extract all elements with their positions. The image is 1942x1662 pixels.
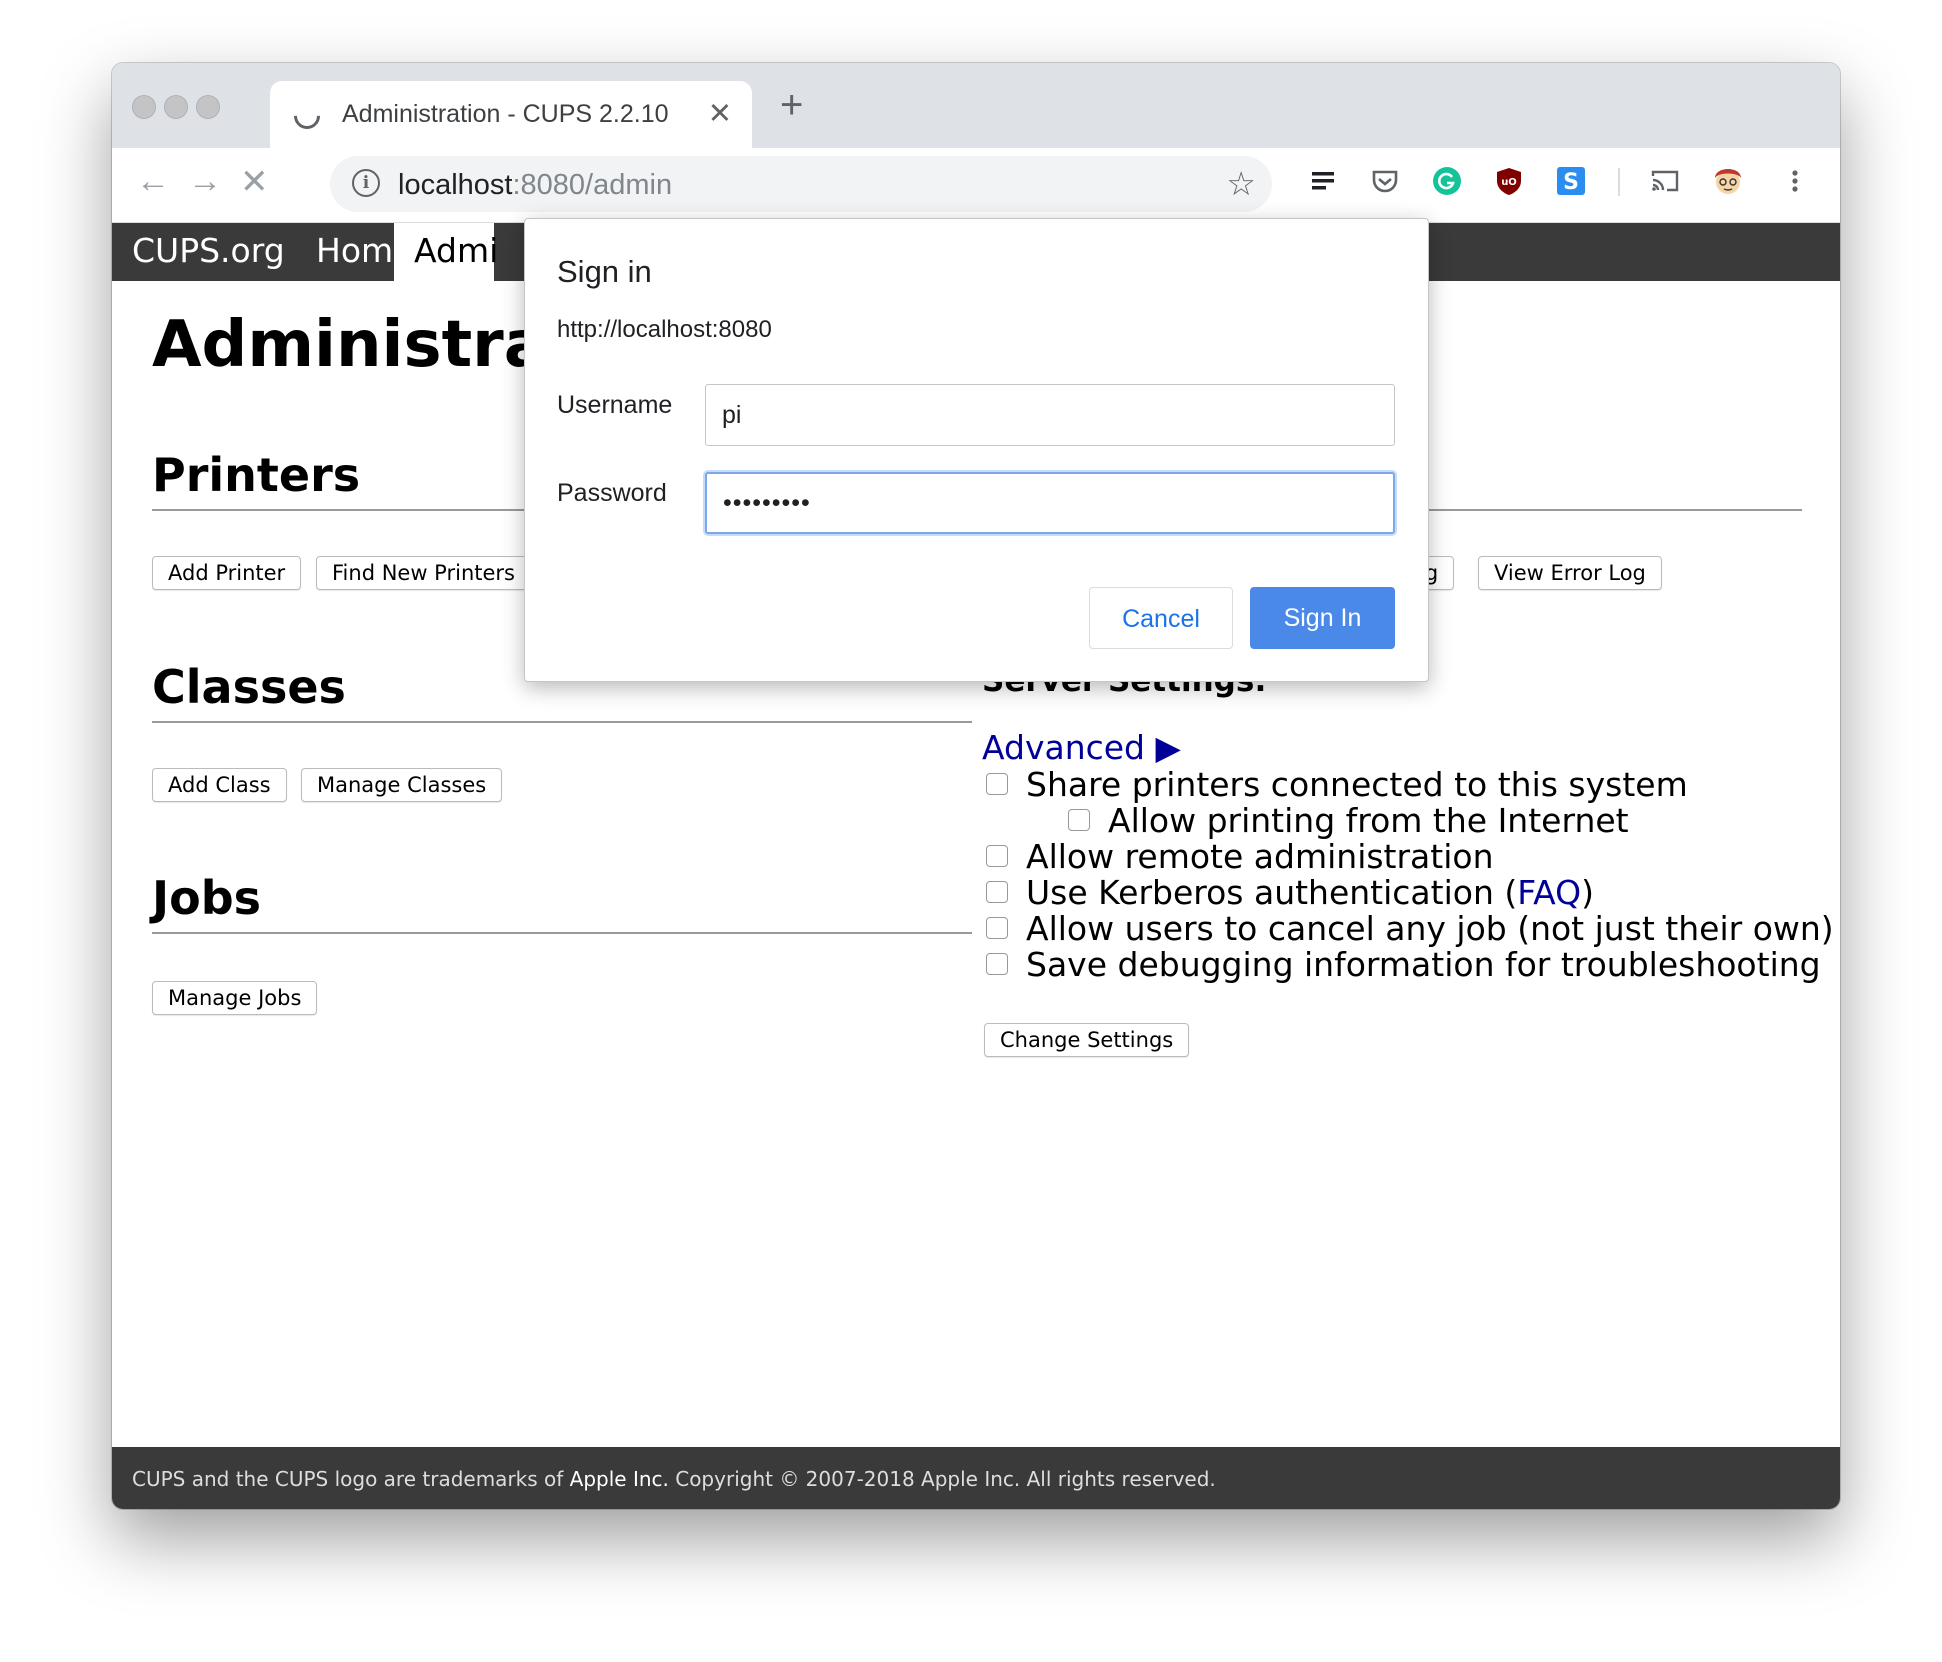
checkbox[interactable] bbox=[986, 772, 1008, 795]
nav-administration[interactable]: Admi bbox=[394, 223, 498, 281]
loading-spinner-icon bbox=[288, 97, 326, 135]
ublock-icon[interactable]: uO bbox=[1494, 166, 1524, 196]
setting-allow-internet-printing[interactable]: Allow printing from the Internet bbox=[1068, 801, 1629, 840]
setting-kerberos[interactable]: Use Kerberos authentication (FAQ) bbox=[986, 873, 1594, 912]
cast-icon[interactable] bbox=[1650, 166, 1680, 196]
zoom-window-button[interactable] bbox=[196, 95, 220, 119]
dialog-title: Sign in bbox=[557, 254, 652, 289]
grammarly-icon[interactable] bbox=[1432, 166, 1462, 196]
footer-text: CUPS and the CUPS logo are trademarks of… bbox=[132, 1467, 1216, 1491]
view-error-log-button[interactable]: View Error Log bbox=[1478, 556, 1662, 590]
tab-strip: Administration - CUPS 2.2.10 ✕ + bbox=[112, 63, 1840, 148]
minimize-window-button[interactable] bbox=[164, 95, 188, 119]
printers-heading: Printers bbox=[152, 448, 361, 502]
url-text[interactable]: localhost:8080/admin bbox=[398, 169, 672, 202]
reading-list-icon[interactable] bbox=[1308, 166, 1338, 196]
username-label: Username bbox=[557, 391, 673, 419]
checkbox[interactable] bbox=[1068, 808, 1090, 831]
browser-toolbar: ← → ✕ i localhost:8080/admin ☆ uO S bbox=[112, 148, 1840, 223]
username-field[interactable]: pi bbox=[705, 384, 1395, 446]
close-window-button[interactable] bbox=[132, 95, 156, 119]
faq-link[interactable]: FAQ bbox=[1517, 873, 1581, 912]
jobs-divider bbox=[152, 932, 972, 934]
checkbox[interactable] bbox=[986, 844, 1008, 867]
checkbox[interactable] bbox=[986, 952, 1008, 975]
dialog-origin: http://localhost:8080 bbox=[557, 316, 772, 343]
classes-heading: Classes bbox=[152, 660, 346, 714]
add-printer-button[interactable]: Add Printer bbox=[152, 556, 302, 590]
page-title: Administrat bbox=[152, 308, 578, 382]
pocket-icon[interactable] bbox=[1370, 166, 1400, 196]
advanced-toggle[interactable]: Advanced ▶ bbox=[982, 728, 1181, 767]
checkbox[interactable] bbox=[986, 880, 1008, 903]
tab-close-icon[interactable]: ✕ bbox=[708, 96, 732, 131]
add-class-button[interactable]: Add Class bbox=[152, 768, 287, 802]
setting-debug-logging[interactable]: Save debugging information for troublesh… bbox=[986, 945, 1821, 984]
tab-administration[interactable]: Administration - CUPS 2.2.10 ✕ bbox=[270, 81, 752, 148]
manage-jobs-button[interactable]: Manage Jobs bbox=[152, 981, 318, 1015]
profile-avatar[interactable] bbox=[1710, 162, 1746, 198]
footer: CUPS and the CUPS logo are trademarks of… bbox=[112, 1447, 1840, 1509]
star-icon[interactable]: ☆ bbox=[1226, 164, 1256, 203]
sign-in-button[interactable]: Sign In bbox=[1250, 587, 1395, 649]
find-new-printers-button[interactable]: Find New Printers bbox=[316, 556, 531, 590]
menu-icon[interactable] bbox=[1780, 166, 1810, 196]
tab-title: Administration - CUPS 2.2.10 bbox=[342, 100, 669, 128]
svg-text:uO: uO bbox=[1501, 177, 1517, 188]
forward-icon[interactable]: → bbox=[188, 162, 222, 201]
sign-in-dialog: Sign in http://localhost:8080 Username p… bbox=[524, 218, 1429, 682]
info-icon[interactable]: i bbox=[352, 169, 380, 197]
password-label: Password bbox=[557, 479, 667, 507]
jobs-heading: Jobs bbox=[152, 871, 262, 925]
password-field[interactable]: ••••••••• bbox=[705, 472, 1395, 534]
browser-window: Administration - CUPS 2.2.10 ✕ + ← → ✕ i… bbox=[112, 63, 1840, 1509]
address-bar[interactable]: i localhost:8080/admin ☆ bbox=[330, 156, 1272, 212]
toolbar-divider bbox=[1618, 168, 1620, 196]
stop-icon[interactable]: ✕ bbox=[240, 162, 269, 202]
setting-cancel-any-job[interactable]: Allow users to cancel any job (not just … bbox=[986, 909, 1834, 948]
back-icon[interactable]: ← bbox=[136, 162, 170, 201]
cancel-button[interactable]: Cancel bbox=[1089, 587, 1233, 649]
checkbox[interactable] bbox=[986, 916, 1008, 939]
setting-share-printers[interactable]: Share printers connected to this system bbox=[986, 765, 1688, 804]
classes-divider bbox=[152, 721, 972, 723]
svg-text:S: S bbox=[1563, 170, 1579, 195]
change-settings-button[interactable]: Change Settings bbox=[984, 1023, 1190, 1057]
new-tab-button[interactable]: + bbox=[780, 83, 803, 128]
nav-cups-org[interactable]: CUPS.org bbox=[132, 231, 285, 270]
apple-link[interactable]: Apple Inc. bbox=[570, 1467, 669, 1491]
setting-remote-admin[interactable]: Allow remote administration bbox=[986, 837, 1494, 876]
manage-classes-button[interactable]: Manage Classes bbox=[301, 768, 503, 802]
s-extension-icon[interactable]: S bbox=[1556, 166, 1586, 196]
